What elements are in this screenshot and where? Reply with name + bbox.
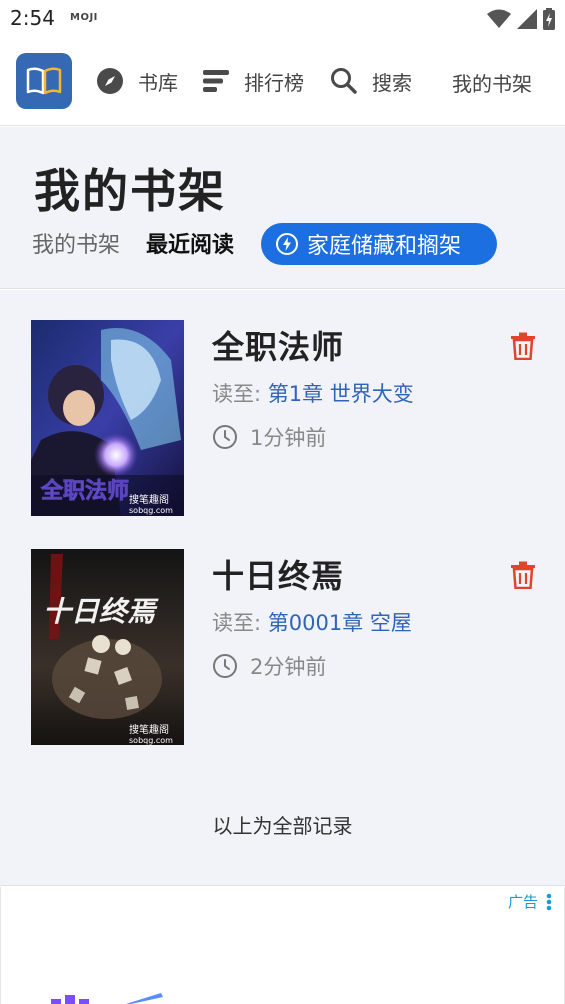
last-read-time: 1分钟前 — [212, 422, 326, 452]
family-collection-button[interactable]: 家庭储藏和搁架 — [261, 223, 497, 265]
status-icons — [487, 8, 555, 30]
status-bar: 2:54 MOJI — [0, 0, 565, 38]
chapter-link[interactable]: 第0001章 空屋 — [268, 611, 412, 635]
trash-icon[interactable] — [510, 332, 536, 360]
book-cover[interactable]: 全职法师 搜笔趣阁 sobqg.com — [31, 320, 184, 516]
lightning-icon — [276, 233, 298, 255]
nav-search-label: 搜索 — [372, 70, 412, 95]
app-logo[interactable] — [16, 53, 72, 109]
book-cover-art: 十日终焉 搜笔趣阁 sobqg.com — [31, 549, 184, 745]
cover-site: sobqg.com — [129, 506, 173, 515]
nav-library[interactable]: 书库 — [96, 66, 178, 96]
cover-site: sobqg.com — [129, 736, 173, 745]
nav-search[interactable]: 搜索 — [330, 66, 412, 96]
compass-icon — [97, 68, 123, 94]
book-cover-art: 全职法师 搜笔趣阁 sobqg.com — [31, 320, 184, 516]
ad-artwork — [51, 993, 163, 1004]
reading-history-list: 全职法师 搜笔趣阁 sobqg.com 全职法师 读至: 第1章 世界大变 1分… — [0, 290, 565, 886]
ranking-bars-icon — [203, 70, 229, 92]
cover-title-text: 十日终焉 — [43, 595, 159, 628]
read-prefix: 读至: — [212, 611, 268, 635]
signal-icon — [517, 9, 537, 29]
status-time: 2:54 — [10, 6, 55, 30]
nav-my-shelf[interactable]: 我的书架 — [452, 68, 532, 97]
book-cover[interactable]: 十日终焉 搜笔趣阁 sobqg.com — [31, 549, 184, 745]
top-navbar: 书库 排行榜 搜索 我的书架 — [0, 38, 565, 126]
clock-icon — [213, 425, 237, 449]
clock-icon — [213, 654, 237, 678]
ad-banner[interactable]: 广告 — [0, 887, 565, 1004]
nav-ranking[interactable]: 排行榜 — [202, 66, 304, 96]
last-read-time-text: 1分钟前 — [250, 426, 327, 450]
book-title[interactable]: 全职法师 — [212, 322, 344, 368]
book-title[interactable]: 十日终焉 — [212, 551, 344, 597]
search-icon — [331, 68, 357, 94]
last-read-time: 2分钟前 — [212, 651, 326, 681]
page-header: 我的书架 我的书架 最近阅读 家庭储藏和搁架 — [0, 127, 565, 289]
more-vertical-icon[interactable] — [546, 893, 552, 911]
nav-ranking-label: 排行榜 — [244, 70, 304, 95]
last-read-time-text: 2分钟前 — [250, 655, 327, 679]
page-title: 我的书架 — [34, 164, 226, 218]
book-item[interactable]: 全职法师 搜笔趣阁 sobqg.com 全职法师 读至: 第1章 世界大变 1分… — [0, 320, 565, 520]
chapter-link[interactable]: 第1章 世界大变 — [268, 382, 414, 406]
ad-label: 广告 — [507, 893, 538, 911]
nav-library-label: 书库 — [138, 70, 178, 95]
battery-charging-icon — [543, 8, 555, 30]
read-progress[interactable]: 读至: 第1章 世界大变 — [212, 378, 414, 408]
cover-watermark: 搜笔趣阁 — [129, 723, 169, 736]
book-item[interactable]: 十日终焉 搜笔趣阁 sobqg.com 十日终焉 读至: 第0001章 空屋 2… — [0, 549, 565, 749]
family-collection-label: 家庭储藏和搁架 — [307, 234, 462, 259]
tab-my-shelf[interactable]: 我的书架 — [32, 227, 120, 259]
carrier-logo: MOJI — [70, 12, 98, 23]
trash-icon[interactable] — [510, 561, 536, 589]
cover-title-text: 全职法师 — [40, 478, 129, 504]
read-progress[interactable]: 读至: 第0001章 空屋 — [212, 607, 412, 637]
wifi-icon — [487, 9, 511, 28]
read-prefix: 读至: — [212, 382, 268, 406]
open-book-icon — [26, 67, 62, 95]
tab-recent-reading[interactable]: 最近阅读 — [146, 227, 234, 259]
cover-watermark: 搜笔趣阁 — [129, 493, 169, 506]
end-of-list-text: 以上为全部记录 — [212, 814, 353, 838]
